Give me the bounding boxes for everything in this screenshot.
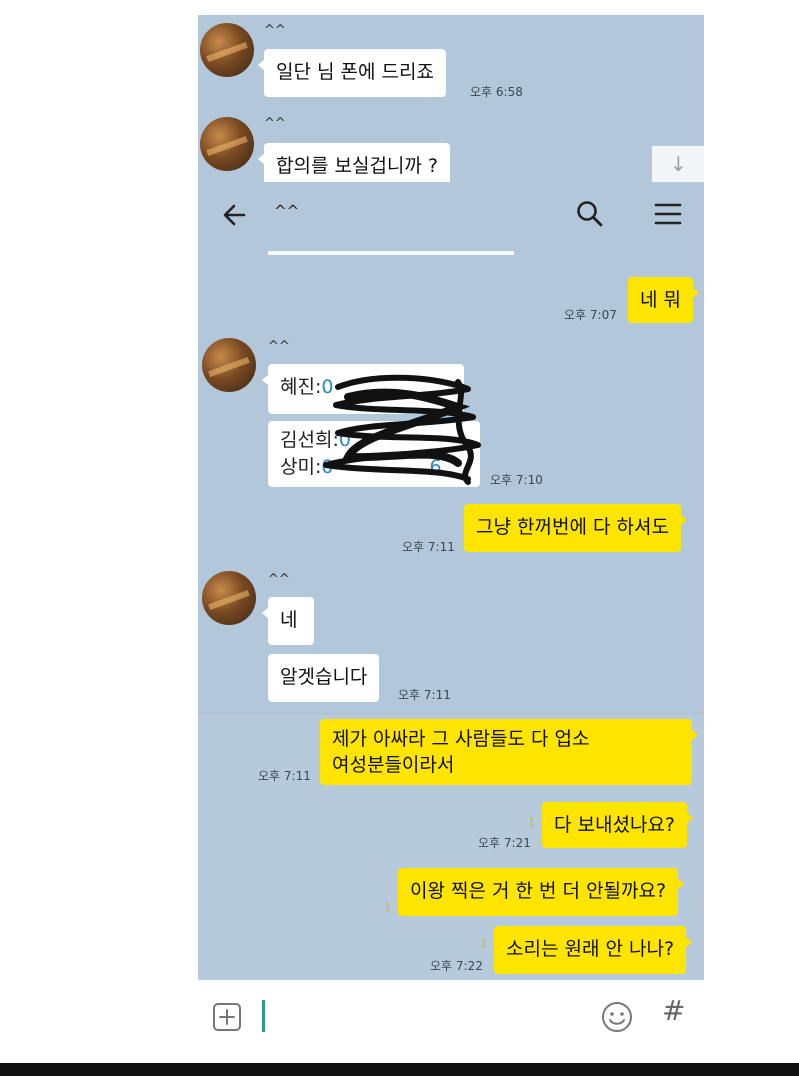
search-icon[interactable] bbox=[574, 198, 606, 230]
smiley-icon[interactable] bbox=[600, 1000, 634, 1034]
redacted-name: 상미: bbox=[280, 456, 322, 478]
contact-name: ^^ bbox=[268, 572, 290, 587]
unread-count: 1 bbox=[384, 901, 391, 914]
message-bubble-8[interactable]: 알겟습니다 bbox=[268, 654, 380, 702]
plus-box-icon[interactable] bbox=[212, 1002, 242, 1032]
redaction-scribble bbox=[323, 374, 481, 485]
my-message-bubble-6[interactable]: 그냥 한꺼번에 다 하셔도 bbox=[464, 504, 687, 552]
divider bbox=[268, 251, 514, 255]
unread-count: 1 bbox=[528, 816, 535, 829]
unread-count: 1 bbox=[480, 937, 487, 950]
message-time-12: 오후 7:22 bbox=[430, 959, 483, 973]
message-bubble-7[interactable]: 네 bbox=[262, 597, 314, 645]
message-line: 제가 아싸라 그 사람들도 다 업소 bbox=[332, 728, 590, 750]
contact-avatar[interactable] bbox=[200, 23, 254, 77]
redacted-name: 혜진: bbox=[280, 376, 322, 398]
scroll-to-bottom-button[interactable]: ↓ bbox=[652, 146, 704, 182]
message-time-9: 오후 7:11 bbox=[258, 769, 311, 783]
chat-title: ^^ bbox=[274, 202, 300, 220]
bottom-bar bbox=[0, 1063, 799, 1076]
message-time-6: 오후 7:11 bbox=[402, 540, 455, 554]
my-message-bubble-11[interactable]: 이왕 찍은 거 한 번 더 안될까요? bbox=[398, 868, 685, 916]
contact-avatar[interactable] bbox=[202, 338, 256, 392]
arrow-left-icon[interactable] bbox=[220, 200, 250, 230]
contact-name: ^^ bbox=[264, 23, 286, 38]
message-time-8: 오후 7:11 bbox=[398, 688, 451, 702]
message-line: 여성분들이라서 bbox=[332, 754, 455, 776]
message-time-4: 오후 7:10 bbox=[490, 473, 543, 487]
contact-name: ^^ bbox=[268, 339, 290, 354]
my-message-bubble-9[interactable]: 제가 아싸라 그 사람들도 다 업소 여성분들이라서 bbox=[320, 719, 698, 785]
chat-screenshot: ^^ 일단 님 폰에 드리죠 오후 6:58 ^^ 합의를 보실겁니까 ? ↓ … bbox=[198, 15, 704, 1045]
chat-header: ^^ bbox=[198, 182, 704, 250]
arrow-down-icon: ↓ bbox=[670, 152, 687, 176]
message-time-1: 오후 6:58 bbox=[470, 85, 523, 99]
message-time-10: 오후 7:21 bbox=[478, 836, 531, 850]
my-message-bubble-12[interactable]: 소리는 원래 안 나나? bbox=[494, 926, 693, 974]
text-input-cursor[interactable] bbox=[262, 1000, 265, 1032]
contact-avatar[interactable] bbox=[200, 117, 254, 171]
my-message-bubble-3[interactable]: 네 뭐 bbox=[628, 277, 699, 323]
contact-name: ^^ bbox=[264, 116, 286, 131]
hamburger-menu-icon[interactable] bbox=[654, 202, 682, 226]
hash-icon[interactable]: # bbox=[662, 994, 685, 1027]
message-composer: # bbox=[198, 980, 704, 1045]
my-message-bubble-10[interactable]: 다 보내셨나요? bbox=[542, 802, 694, 848]
message-bubble-1[interactable]: 일단 님 폰에 드리죠 bbox=[258, 49, 446, 97]
message-time-3: 오후 7:07 bbox=[564, 308, 617, 322]
contact-avatar[interactable] bbox=[202, 571, 256, 625]
